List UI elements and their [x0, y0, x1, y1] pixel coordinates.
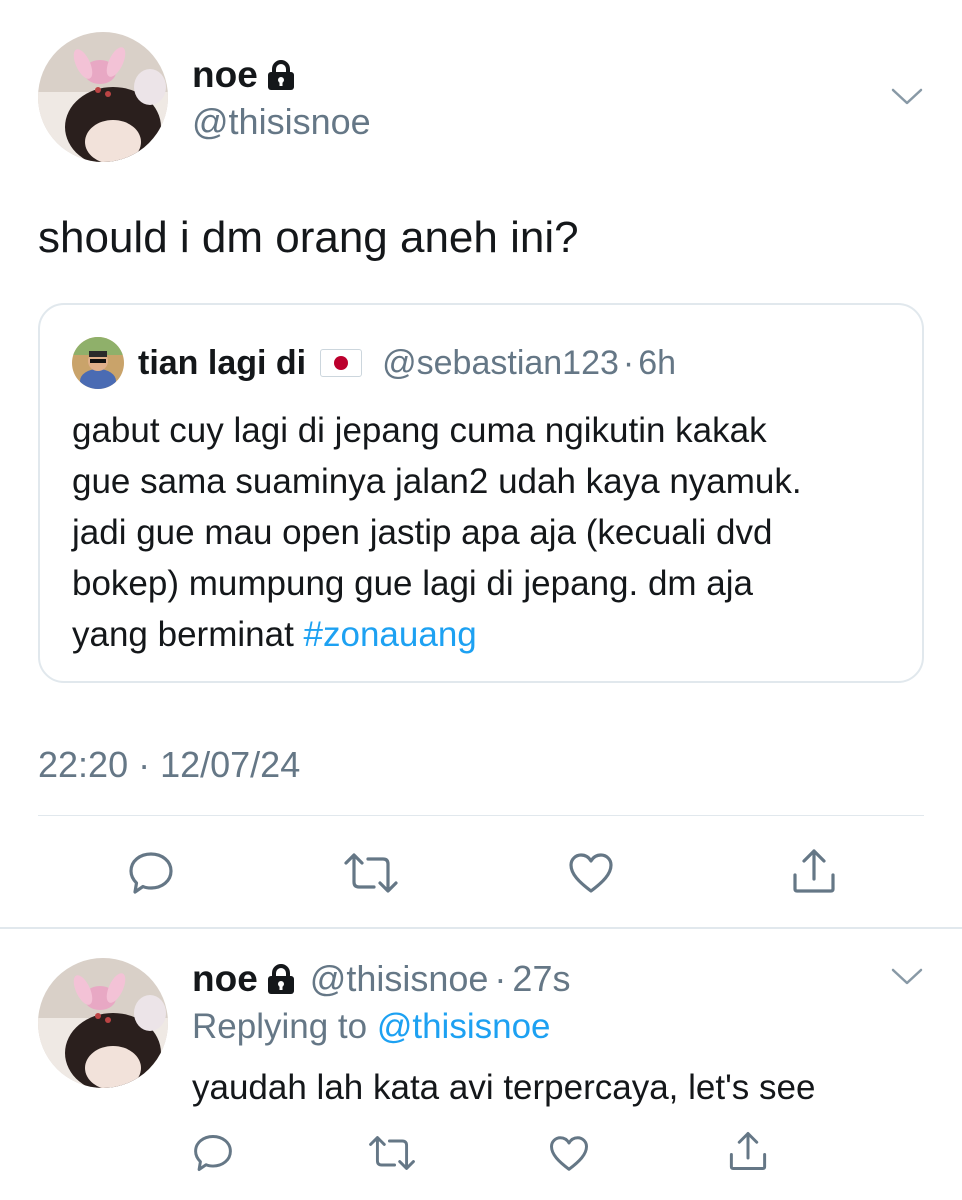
- quoted-line-1: gabut cuy lagi di jepang cuma ngikutin k…: [72, 411, 767, 450]
- avatar-image: [38, 32, 168, 162]
- quoted-author-handle: @sebastian123: [382, 343, 619, 382]
- quoted-age: 6h: [638, 343, 677, 382]
- author-name-row[interactable]: noe: [192, 54, 296, 96]
- chevron-down-icon[interactable]: [890, 86, 924, 108]
- tweet-timestamp[interactable]: 22:20 · 12/07/24: [38, 744, 300, 786]
- reply-chevron-down-icon[interactable]: [890, 966, 924, 988]
- replying-to: Replying to @thisisnoe: [192, 1007, 551, 1047]
- quoted-line-4: bokep) mumpung gue lagi di jepang. dm aj…: [72, 564, 753, 603]
- reply-icon[interactable]: [127, 850, 175, 896]
- share-icon[interactable]: [790, 847, 838, 895]
- replying-mention-link[interactable]: @thisisnoe: [377, 1007, 551, 1046]
- reply-author-name-row[interactable]: noe: [192, 958, 296, 1000]
- quoted-tweet-body: gabut cuy lagi di jepang cuma ngikutin k…: [72, 405, 802, 660]
- quoted-separator: ·: [622, 343, 635, 382]
- quoted-tweet-card[interactable]: tian lagi di @sebastian123 · 6h gabut cu…: [38, 303, 924, 683]
- retweet-icon[interactable]: [343, 852, 399, 894]
- reply-author-handle[interactable]: @thisisnoe: [310, 958, 489, 1000]
- quoted-avatar-image: [72, 337, 124, 389]
- author-avatar[interactable]: [38, 32, 168, 162]
- reply-author-avatar[interactable]: [38, 958, 168, 1088]
- quoted-line-5-text: yang berminat: [72, 615, 304, 654]
- reply-reply-icon[interactable]: [192, 1133, 234, 1173]
- hashtag-link[interactable]: #zonauang: [304, 615, 477, 654]
- quoted-line-5: yang berminat #zonauang: [72, 609, 802, 660]
- quoted-author-avatar[interactable]: [72, 337, 124, 389]
- reply-share-icon[interactable]: [727, 1130, 769, 1172]
- reply-retweet-icon[interactable]: [368, 1135, 416, 1171]
- reply-age: 27s: [512, 958, 571, 999]
- section-divider: [0, 927, 962, 929]
- author-handle[interactable]: @thisisnoe: [192, 101, 371, 143]
- divider: [38, 815, 924, 816]
- reply-like-icon[interactable]: [548, 1135, 590, 1172]
- reply-header: noe @thisisnoe · 27s: [192, 958, 570, 1000]
- quoted-line-3: jadi gue mau open jastip apa aja (kecual…: [72, 513, 773, 552]
- reply-text: yaudah lah kata avi terpercaya, let's se…: [192, 1068, 816, 1107]
- lock-icon: [266, 59, 296, 91]
- reply-author-name: noe: [192, 958, 258, 999]
- lock-icon: [266, 963, 296, 995]
- replying-label: Replying to: [192, 1007, 377, 1046]
- japan-flag-icon: [320, 349, 363, 377]
- reply-avatar-image: [38, 958, 168, 1088]
- like-icon[interactable]: [567, 852, 615, 894]
- tweet-text: should i dm orang aneh ini?: [38, 213, 579, 262]
- reply-separator: ·: [494, 958, 507, 999]
- author-name: noe: [192, 54, 258, 95]
- quoted-author-name: tian lagi di: [138, 343, 307, 382]
- quoted-line-2: gue sama suaminya jalan2 udah kaya nyamu…: [72, 462, 802, 501]
- quoted-tweet-header: tian lagi di @sebastian123 · 6h: [72, 337, 676, 389]
